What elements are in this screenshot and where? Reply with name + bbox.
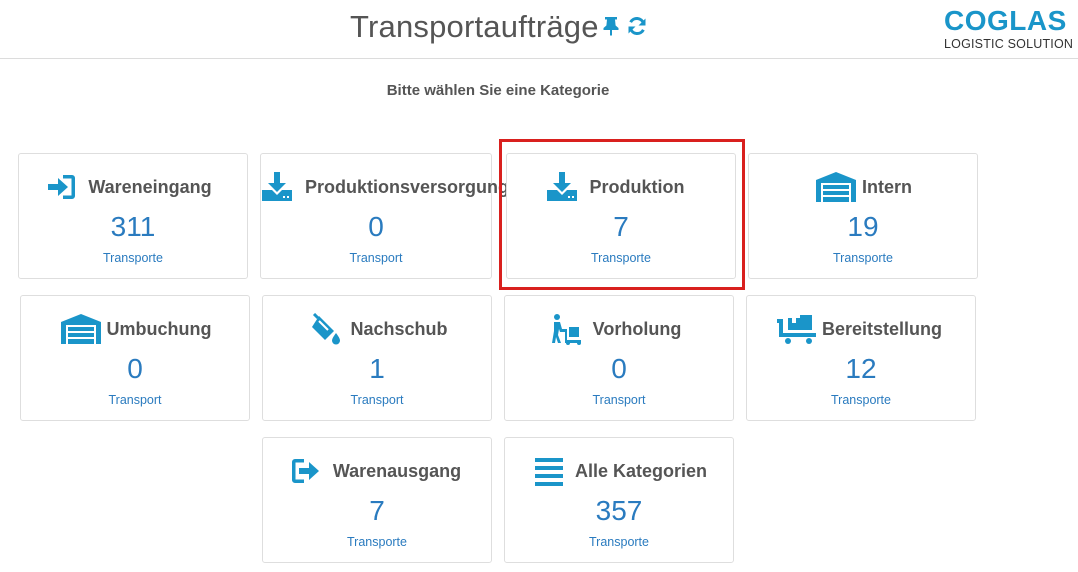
tile-label: Wareneingang	[88, 176, 212, 197]
tile-produktionsversorgung[interactable]: Produktionsversorgung 0 Transport	[260, 153, 509, 279]
tile-warenausgang[interactable]: Warenausgang 7 Transporte	[262, 437, 492, 563]
list-icon	[534, 458, 563, 486]
tile-count: 19	[847, 211, 879, 242]
tile-unit: Transport	[350, 393, 404, 407]
tile-label: Produktion	[589, 176, 685, 197]
tile-count: 311	[110, 211, 156, 242]
tile-count: 7	[369, 495, 385, 526]
tile-unit: Transport	[108, 393, 162, 407]
tile-label: Vorholung	[592, 318, 682, 339]
download-tray-icon	[262, 172, 292, 201]
tile-label: Intern	[861, 176, 912, 197]
sign-in-icon	[48, 175, 76, 199]
tile-nachschub[interactable]: Nachschub 1 Transport	[262, 295, 492, 421]
tile-bereitstellung[interactable]: Bereitstellung 12 Transporte	[746, 295, 976, 421]
tile-produktion[interactable]: Produktion 7 Transporte	[506, 153, 736, 279]
dolly-worker-icon	[551, 314, 581, 345]
tile-unit: Transporte	[589, 535, 649, 549]
fill-bucket-icon	[312, 313, 341, 345]
tile-unit: Transporte	[833, 251, 893, 265]
header-bar: Transportaufträge COGLAS LOGISTIC SOLUTI…	[0, 0, 1078, 59]
company-logo: COGLAS LOGISTIC SOLUTION	[944, 5, 1074, 52]
tile-count: 1	[369, 353, 385, 384]
category-prompt: Bitte wählen Sie eine Kategorie	[386, 82, 610, 99]
tile-label: Alle Kategorien	[574, 460, 708, 481]
tile-label: Bereitstellung	[821, 318, 943, 339]
tile-label: Umbuchung	[106, 318, 212, 339]
tile-unit: Transporte	[591, 251, 651, 265]
pin-icon[interactable]	[600, 15, 622, 37]
sign-out-icon	[291, 459, 319, 483]
page-title: Transportaufträge	[350, 9, 599, 44]
warehouse-icon	[815, 172, 856, 202]
tile-unit: Transport	[349, 251, 403, 265]
dolly-flatbed-icon	[776, 315, 816, 344]
tile-count: 0	[127, 353, 143, 384]
tile-count: 0	[368, 211, 384, 242]
tile-unit: Transporte	[831, 393, 891, 407]
tile-wareneingang[interactable]: Wareneingang 311 Transporte	[18, 153, 248, 279]
tile-intern[interactable]: Intern 19 Transporte	[748, 153, 978, 279]
tile-count: 357	[595, 495, 643, 526]
tile-unit: Transport	[592, 393, 646, 407]
tile-count: 7	[613, 211, 629, 242]
tile-label: Warenausgang	[332, 460, 462, 481]
warehouse-icon	[60, 314, 101, 344]
tile-count: 12	[845, 353, 877, 384]
logo-wordmark: COGLAS	[944, 5, 1067, 36]
logo-tagline: LOGISTIC SOLUTION	[944, 37, 1074, 51]
refresh-icon[interactable]	[626, 15, 648, 37]
tile-label: Nachschub	[350, 318, 448, 339]
tile-alle-kategorien[interactable]: Alle Kategorien 357 Transporte	[504, 437, 734, 563]
tile-count: 0	[611, 353, 627, 384]
download-tray-icon	[546, 172, 577, 201]
tile-label: Produktionsversorgung	[305, 176, 510, 197]
tile-umbuchung[interactable]: Umbuchung 0 Transport	[20, 295, 250, 421]
tile-unit: Transporte	[347, 535, 407, 549]
tile-vorholung[interactable]: Vorholung 0 Transport	[504, 295, 734, 421]
tile-unit: Transporte	[103, 251, 163, 265]
